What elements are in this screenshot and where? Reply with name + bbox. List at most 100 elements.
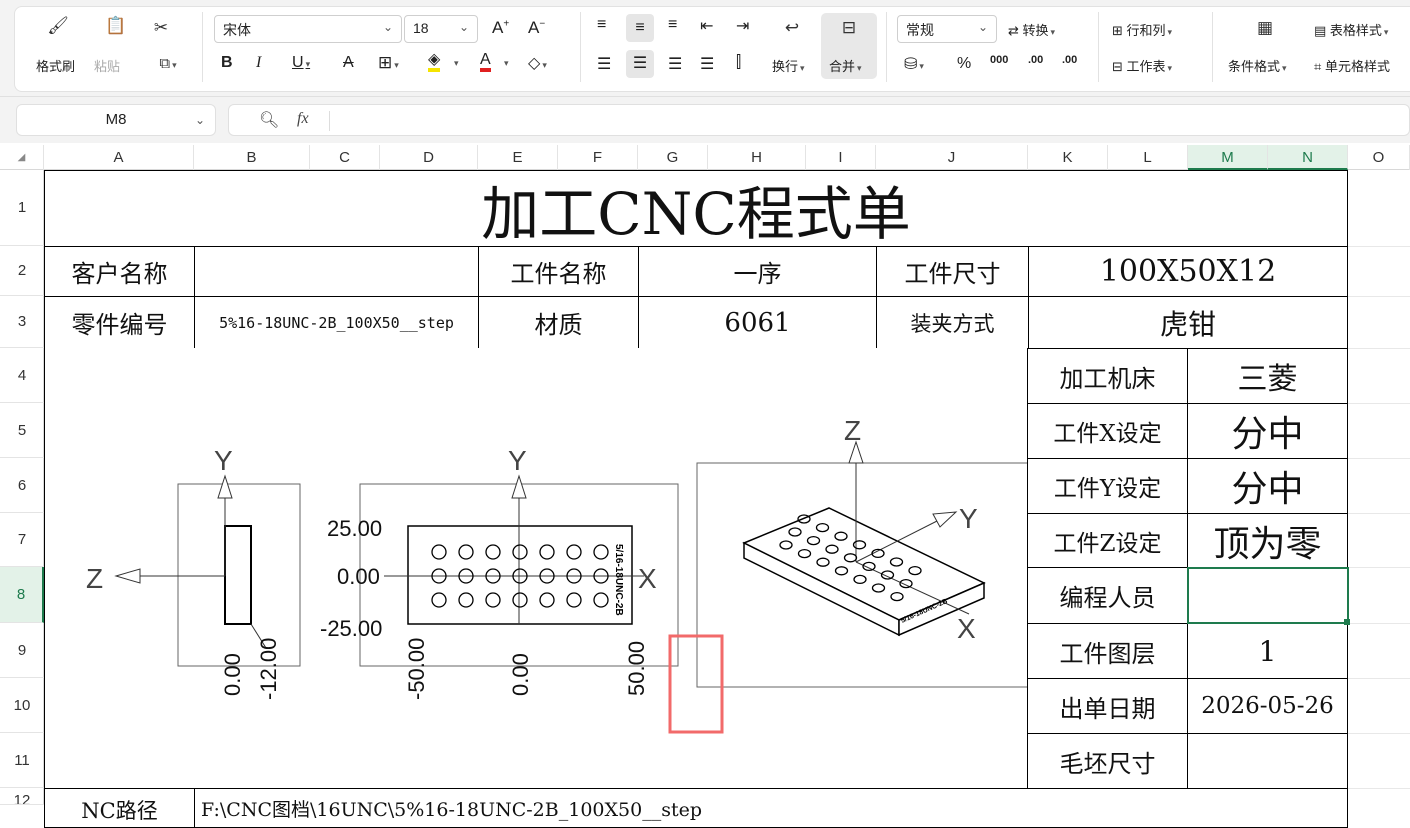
part-name-label[interactable]: 工件名称 bbox=[478, 246, 639, 297]
layer-label[interactable]: 工件图层 bbox=[1027, 623, 1188, 679]
border-button[interactable]: ⊞ ▾ bbox=[378, 53, 399, 73]
zoom-icon[interactable]: 🔍︎ bbox=[259, 110, 279, 130]
row-header[interactable]: 2 bbox=[0, 246, 44, 296]
font-shrink-button[interactable]: A− bbox=[528, 18, 545, 38]
column-header[interactable]: I bbox=[806, 145, 876, 170]
row-header-active[interactable]: 8 bbox=[0, 567, 44, 623]
number-format-select[interactable]: 常规 ⌄ bbox=[897, 15, 997, 43]
copy-icon[interactable]: ⧉ ▾ bbox=[152, 54, 184, 75]
column-header[interactable]: H bbox=[708, 145, 806, 170]
customer-value[interactable] bbox=[194, 246, 479, 297]
column-header[interactable]: E bbox=[478, 145, 558, 170]
column-header-active[interactable]: M bbox=[1188, 145, 1268, 170]
column-header[interactable]: F bbox=[558, 145, 638, 170]
row-header[interactable]: 7 bbox=[0, 513, 44, 567]
z-setting-label[interactable]: 工件Z设定 bbox=[1027, 513, 1188, 568]
worksheet-button[interactable]: ⊟ 工作表 ▾ bbox=[1112, 56, 1172, 75]
decimal-increase-button[interactable]: .00 bbox=[1028, 54, 1043, 66]
part-no-label[interactable]: 零件编号 bbox=[44, 296, 195, 348]
currency-icon[interactable]: ⛁ ▾ bbox=[904, 54, 924, 74]
underline-button[interactable]: U ▾ bbox=[292, 54, 310, 72]
wrap-text-icon[interactable]: ↩ bbox=[780, 18, 804, 38]
nc-path-value[interactable]: F:\CNC图档\16UNC\5%16-18UNC-2B_100X50__ste… bbox=[194, 788, 1348, 828]
align-bottom-icon[interactable]: ≡ bbox=[668, 16, 677, 34]
date-value[interactable]: 2026-05-26 bbox=[1187, 678, 1348, 734]
merge-button[interactable]: 合并 ▾ bbox=[829, 56, 862, 75]
programmer-label[interactable]: 编程人员 bbox=[1027, 567, 1188, 624]
nc-path-label[interactable]: NC路径 bbox=[44, 788, 195, 828]
column-header[interactable]: K bbox=[1028, 145, 1108, 170]
row-header[interactable]: 1 bbox=[0, 170, 44, 246]
indent-increase-icon[interactable]: ⇥ bbox=[736, 16, 749, 36]
y-setting-value[interactable]: 分中 bbox=[1187, 458, 1348, 514]
column-header[interactable]: C bbox=[310, 145, 380, 170]
row-header[interactable]: 3 bbox=[0, 296, 44, 348]
clamp-value[interactable]: 虎钳 bbox=[1028, 296, 1348, 349]
row-header[interactable]: 12 bbox=[0, 788, 44, 805]
strikethrough-button[interactable]: A bbox=[343, 54, 354, 72]
column-header[interactable]: J bbox=[876, 145, 1028, 170]
font-name-select[interactable]: 宋体 ⌄ bbox=[214, 15, 402, 43]
name-box[interactable]: M8 ⌄ bbox=[16, 104, 216, 136]
align-top-icon[interactable]: ≡ bbox=[597, 16, 606, 34]
column-header[interactable]: G bbox=[638, 145, 708, 170]
font-color-button[interactable]: A bbox=[480, 52, 491, 72]
row-header[interactable]: 10 bbox=[0, 678, 44, 733]
column-header[interactable]: B bbox=[194, 145, 310, 170]
date-label[interactable]: 出单日期 bbox=[1027, 678, 1188, 734]
cell-style-button[interactable]: ⌗ 单元格样式 bbox=[1314, 56, 1390, 75]
y-setting-label[interactable]: 工件Y设定 bbox=[1027, 458, 1188, 514]
wrap-text-button[interactable]: 换行 ▾ bbox=[772, 56, 805, 75]
cut-icon[interactable]: ✂ bbox=[150, 18, 172, 38]
blank-size-value[interactable] bbox=[1187, 733, 1348, 789]
paste-button[interactable]: 粘贴 bbox=[94, 56, 120, 75]
format-painter-button[interactable]: 格式刷 bbox=[36, 56, 75, 75]
distributed-icon[interactable]: ⫿ bbox=[736, 54, 741, 72]
fill-handle[interactable] bbox=[1344, 619, 1350, 625]
bold-button[interactable]: B bbox=[221, 54, 233, 72]
align-right-icon[interactable]: ☰ bbox=[668, 54, 682, 74]
part-name-value[interactable]: 一序 bbox=[638, 246, 877, 297]
column-header[interactable]: A bbox=[44, 145, 194, 170]
clear-format-button[interactable]: ◇ ▾ bbox=[528, 53, 547, 73]
convert-button[interactable]: ⇄ 转换 ▾ bbox=[1008, 20, 1055, 39]
part-no-value[interactable]: 5%16-18UNC-2B_100X50__step bbox=[194, 296, 479, 348]
percent-button[interactable]: % bbox=[957, 55, 971, 73]
align-middle-icon[interactable]: ≡ bbox=[626, 14, 654, 42]
row-header[interactable]: 9 bbox=[0, 623, 44, 678]
sheet-title[interactable]: 加工CNC程式单 bbox=[44, 170, 1348, 247]
machine-label[interactable]: 加工机床 bbox=[1027, 348, 1188, 404]
align-center-icon[interactable]: ☰ bbox=[626, 50, 654, 78]
active-cell-selection[interactable] bbox=[1187, 567, 1349, 624]
x-setting-value[interactable]: 分中 bbox=[1187, 403, 1348, 459]
part-size-label[interactable]: 工件尺寸 bbox=[876, 246, 1029, 297]
column-header[interactable]: D bbox=[380, 145, 478, 170]
material-value[interactable]: 6061 bbox=[638, 296, 877, 348]
column-header-active[interactable]: N bbox=[1268, 145, 1348, 170]
x-setting-label[interactable]: 工件X设定 bbox=[1027, 403, 1188, 459]
row-header[interactable]: 6 bbox=[0, 458, 44, 513]
row-header[interactable]: 4 bbox=[0, 348, 44, 403]
layer-value[interactable]: 1 bbox=[1187, 623, 1348, 679]
indent-decrease-icon[interactable]: ⇤ bbox=[700, 16, 713, 36]
machine-value[interactable]: 三菱 bbox=[1187, 348, 1348, 404]
part-size-value[interactable]: 100X50X12 bbox=[1028, 246, 1348, 297]
column-header[interactable]: L bbox=[1108, 145, 1188, 170]
row-header[interactable]: 5 bbox=[0, 403, 44, 458]
conditional-format-icon[interactable]: ▦ bbox=[1252, 18, 1278, 38]
conditional-format-button[interactable]: 条件格式 ▾ bbox=[1228, 56, 1287, 75]
font-grow-button[interactable]: A+ bbox=[492, 18, 509, 38]
row-header[interactable]: 11 bbox=[0, 733, 44, 788]
column-header[interactable]: O bbox=[1348, 145, 1410, 170]
customer-label[interactable]: 客户名称 bbox=[44, 246, 195, 297]
material-label[interactable]: 材质 bbox=[478, 296, 639, 348]
format-painter-icon[interactable]: 🖌 bbox=[46, 16, 70, 36]
z-setting-value[interactable]: 顶为零 bbox=[1187, 513, 1348, 568]
font-size-select[interactable]: 18 ⌄ bbox=[404, 15, 478, 43]
decimal-decrease-button[interactable]: .00 bbox=[1062, 54, 1077, 66]
thousands-button[interactable]: 000 bbox=[990, 54, 1008, 66]
clamp-label[interactable]: 装夹方式 bbox=[876, 296, 1029, 348]
row-col-button[interactable]: ⊞ 行和列 ▾ bbox=[1112, 20, 1172, 39]
blank-size-label[interactable]: 毛坯尺寸 bbox=[1027, 733, 1188, 789]
align-left-icon[interactable]: ☰ bbox=[597, 54, 611, 74]
